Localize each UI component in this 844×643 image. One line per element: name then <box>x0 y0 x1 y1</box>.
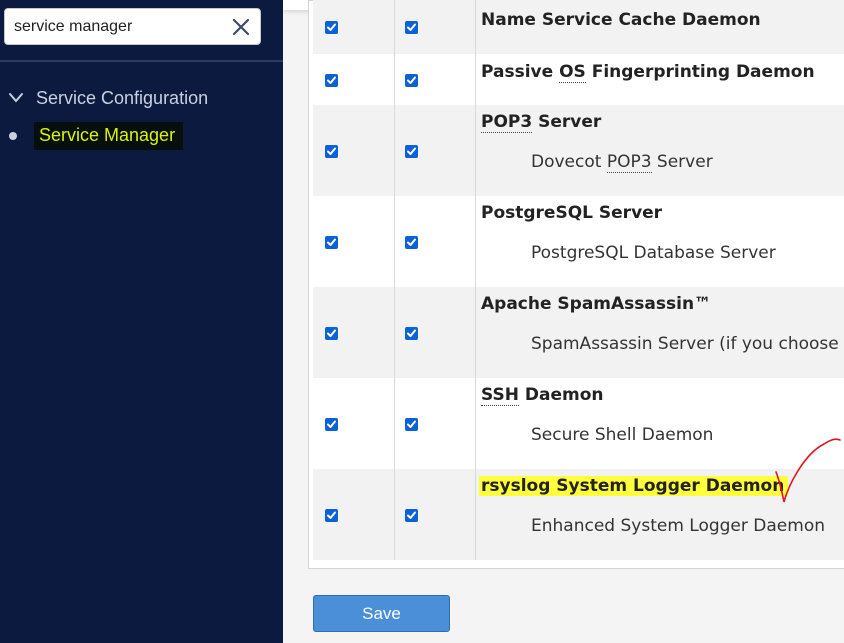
abbreviation: OS <box>559 62 586 83</box>
column-divider <box>394 287 395 378</box>
column-divider <box>394 378 395 469</box>
save-button[interactable]: Save <box>313 595 450 632</box>
annotation-checkmark <box>775 438 841 503</box>
text-part: rsyslog System Logger Daemon <box>481 476 785 496</box>
enabled-checkbox[interactable] <box>325 21 338 34</box>
monitor-checkbox[interactable] <box>405 74 418 87</box>
service-row: PostgreSQL Server PostgreSQL Database Ser… <box>313 196 844 287</box>
column-divider <box>475 105 476 196</box>
abbreviation: POP3 <box>606 152 652 173</box>
text-part: Fingerprinting Daemon <box>585 62 815 82</box>
column-divider <box>394 196 395 287</box>
monitor-checkbox[interactable] <box>405 21 418 34</box>
column-divider <box>394 469 395 560</box>
text-part: Passive <box>481 62 560 82</box>
service-name: Name Service Cache Daemon <box>481 10 761 30</box>
check-icon <box>327 329 336 337</box>
check-icon <box>327 420 336 428</box>
enabled-checkbox[interactable] <box>325 327 338 340</box>
abbreviation: POP3 <box>481 112 533 133</box>
service-name: SSH Daemon <box>481 385 604 406</box>
service-row: Passive OS Fingerprinting Daemon <box>313 54 844 105</box>
enabled-checkbox[interactable] <box>325 74 338 87</box>
service-description: Secure Shell Daemon <box>531 425 714 445</box>
column-divider <box>475 196 476 287</box>
check-icon <box>407 147 416 155</box>
check-icon <box>327 76 336 84</box>
service-description: Enhanced System Logger Daemon <box>531 516 825 536</box>
search-input[interactable] <box>14 16 214 38</box>
text-part: PostgreSQL Server <box>481 203 663 223</box>
text-part: Daemon <box>518 385 604 405</box>
column-divider <box>394 54 395 105</box>
service-description: SpamAssassin Server (if you choose to <box>531 334 844 354</box>
monitor-checkbox[interactable] <box>405 145 418 158</box>
column-divider <box>475 0 476 54</box>
check-icon <box>407 238 416 246</box>
text-part: Server <box>651 152 713 172</box>
service-row: POP3 Server Dovecot POP3 Server <box>313 105 844 196</box>
check-icon <box>407 23 416 31</box>
service-name: rsyslog System Logger Daemon <box>479 476 789 496</box>
check-icon <box>327 238 336 246</box>
service-row: Apache SpamAssassin™ SpamAssassin Server … <box>313 287 844 378</box>
sidebar: Service Configuration Service Manager <box>0 0 283 643</box>
monitor-checkbox[interactable] <box>405 327 418 340</box>
nav-group-label: Service Configuration <box>36 87 209 108</box>
column-divider <box>475 469 476 560</box>
divider <box>0 60 283 62</box>
nav-item-label: Service Manager <box>34 122 184 150</box>
column-divider <box>394 0 395 54</box>
enabled-checkbox[interactable] <box>325 509 338 522</box>
check-icon <box>407 511 416 519</box>
enabled-checkbox[interactable] <box>325 236 338 249</box>
text-part: Apache SpamAssassin™ <box>481 294 712 314</box>
service-name: Passive OS Fingerprinting Daemon <box>481 62 815 83</box>
service-name: Apache SpamAssassin™ <box>481 294 711 314</box>
column-divider <box>475 287 476 378</box>
nav-item-service-manager[interactable]: Service Manager <box>9 122 184 150</box>
check-icon <box>327 23 336 31</box>
service-description: PostgreSQL Database Server <box>531 243 776 263</box>
monitor-checkbox[interactable] <box>405 418 418 431</box>
service-row: rsyslog System Logger Daemon Enhanced Sys… <box>313 469 844 560</box>
bullet-icon <box>9 132 17 140</box>
nav-group-service-configuration[interactable]: Service Configuration <box>8 84 208 112</box>
service-name: PostgreSQL Server <box>481 203 662 223</box>
chevron-down-icon <box>9 93 23 103</box>
highlighted-service-name: rsyslog System Logger Daemon <box>479 476 789 496</box>
check-icon <box>407 420 416 428</box>
service-name: POP3 Server <box>481 112 602 133</box>
text-part: Dovecot <box>531 152 607 172</box>
text-part: Name Service Cache Daemon <box>481 10 761 30</box>
abbreviation: SSH <box>481 385 519 406</box>
service-description: Dovecot POP3 Server <box>531 152 713 173</box>
search-box <box>4 8 261 45</box>
service-row: Name Service Cache Daemon <box>313 0 844 54</box>
close-icon <box>232 18 250 36</box>
check-icon <box>327 147 336 155</box>
clear-search-button[interactable] <box>230 16 252 38</box>
monitor-checkbox[interactable] <box>405 236 418 249</box>
column-divider <box>394 105 395 196</box>
check-icon <box>407 329 416 337</box>
column-divider <box>475 54 476 105</box>
check-icon <box>327 511 336 519</box>
text-part: Server <box>532 112 602 132</box>
monitor-checkbox[interactable] <box>405 509 418 522</box>
enabled-checkbox[interactable] <box>325 418 338 431</box>
column-divider <box>475 378 476 469</box>
enabled-checkbox[interactable] <box>325 145 338 158</box>
service-row: SSH Daemon Secure Shell Daemon <box>313 378 844 469</box>
check-icon <box>407 76 416 84</box>
